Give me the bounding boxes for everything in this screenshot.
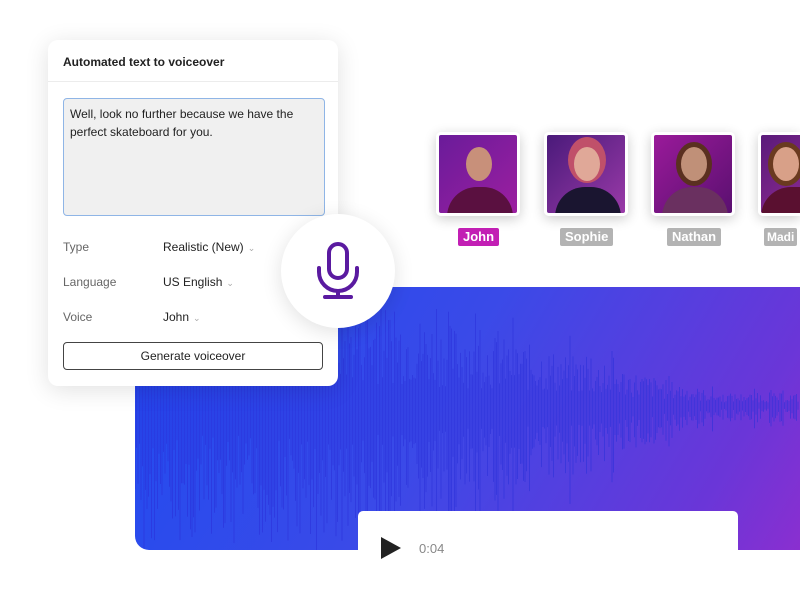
- voice-avatar-nathan[interactable]: [651, 132, 735, 216]
- type-label: Type: [63, 240, 90, 254]
- voice-avatar-sophie[interactable]: [544, 132, 628, 216]
- voice-name-sophie[interactable]: Sophie: [560, 228, 614, 246]
- generate-voiceover-button[interactable]: Generate voiceover: [63, 342, 323, 370]
- voice-name-madi[interactable]: Madi: [764, 228, 798, 246]
- playback-time: 0:04: [419, 541, 445, 556]
- voice-value: John: [163, 310, 190, 324]
- voice-avatar-john[interactable]: [436, 132, 520, 216]
- voice-name-john[interactable]: John: [458, 228, 500, 246]
- audio-player: 0:04: [358, 511, 738, 594]
- play-icon[interactable]: [381, 537, 401, 559]
- microphone-button[interactable]: [281, 214, 395, 328]
- script-textarea[interactable]: Well, look no further because we have th…: [63, 98, 325, 216]
- divider: [48, 81, 338, 82]
- voice-dropdown[interactable]: John ⌄: [163, 310, 201, 324]
- type-dropdown[interactable]: Realistic (New) ⌄: [163, 240, 255, 254]
- voice-name-nathan[interactable]: Nathan: [667, 228, 722, 246]
- voice-label: Voice: [63, 310, 93, 324]
- chevron-down-icon: ⌄: [193, 313, 201, 323]
- microphone-icon: [317, 242, 359, 299]
- voice-avatar-madi[interactable]: [758, 132, 800, 216]
- chevron-down-icon: ⌄: [247, 243, 256, 253]
- voiceover-panel: Automated text to voiceover Well, look n…: [48, 40, 338, 386]
- chevron-down-icon: ⌄: [226, 278, 234, 288]
- panel-title: Automated text to voiceover: [63, 55, 225, 69]
- type-value: Realistic (New): [163, 240, 244, 254]
- language-dropdown[interactable]: US English ⌄: [163, 275, 234, 289]
- language-value: US English: [163, 275, 223, 289]
- language-label: Language: [63, 275, 117, 289]
